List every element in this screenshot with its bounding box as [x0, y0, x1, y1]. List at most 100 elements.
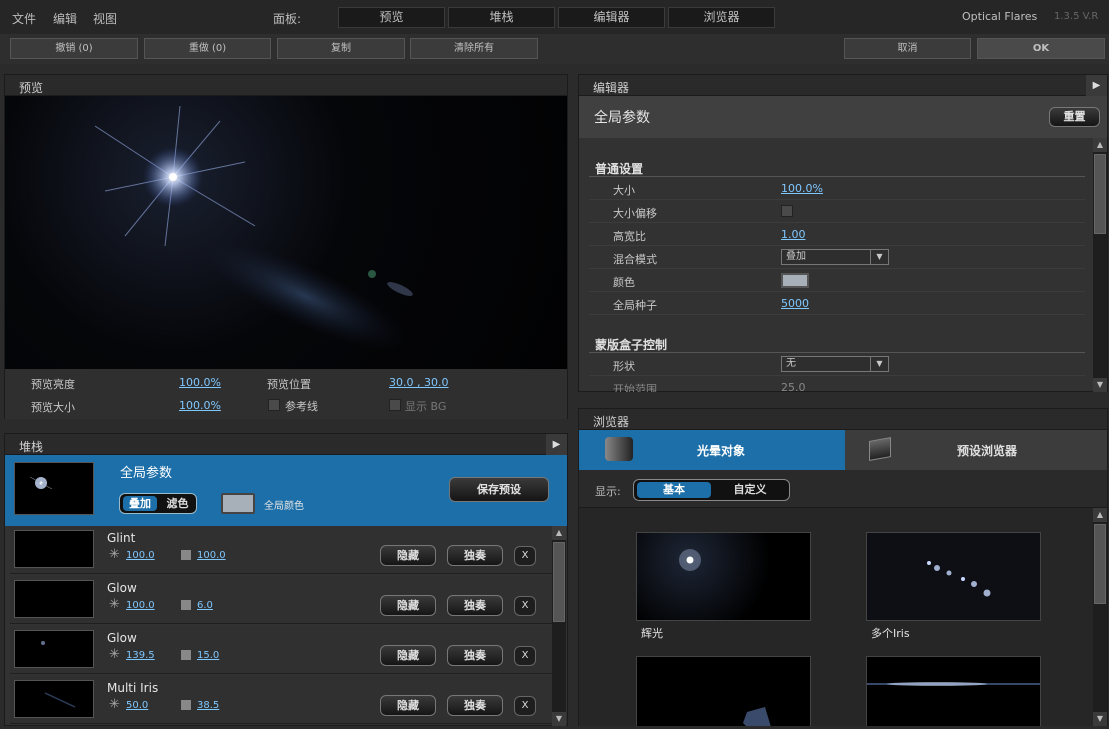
preview-brightness-value[interactable]: 100.0% [179, 376, 221, 389]
scroll-up-icon[interactable]: ▲ [1093, 508, 1107, 522]
tab-flare-objects[interactable]: 光晕对象 [579, 430, 845, 470]
stack-row[interactable]: Glint ✳ 100.0 100.0 隐藏 独奏 X [10, 526, 552, 574]
solo-button[interactable]: 独奏 [447, 595, 503, 616]
scroll-up-icon[interactable]: ▲ [1093, 138, 1107, 152]
start-range-value[interactable]: 25.0 [781, 381, 806, 392]
show-toggle[interactable]: 基本 自定义 [633, 479, 790, 501]
preview-viewport[interactable] [5, 96, 567, 369]
blend-screen-button[interactable]: 滤色 [161, 496, 194, 511]
scale-icon [181, 600, 191, 610]
cancel-button[interactable]: 取消 [844, 38, 971, 59]
property-label: 开始范围 [613, 383, 657, 392]
global-title: 全局参数 [120, 466, 173, 481]
layer-scale[interactable]: 15.0 [197, 650, 219, 661]
show-bg-checkbox[interactable] [389, 399, 401, 411]
browser-scrollbar[interactable]: ▲ ▼ [1093, 508, 1107, 726]
layer-brightness[interactable]: 100.0 [126, 600, 155, 611]
flare-tile[interactable] [866, 656, 1041, 726]
reset-button[interactable]: 重置 [1049, 107, 1100, 127]
scroll-thumb[interactable] [553, 542, 565, 622]
hide-button[interactable]: 隐藏 [380, 595, 436, 616]
layer-brightness[interactable]: 50.0 [126, 700, 148, 711]
blend-add-button[interactable]: 叠加 [123, 496, 157, 511]
menu-edit[interactable]: 编辑 [53, 10, 77, 27]
flare-tile-label: 多个Iris [871, 627, 910, 640]
layer-name: Multi Iris [107, 681, 159, 695]
delete-layer-button[interactable]: X [514, 696, 536, 716]
editor-scrollbar[interactable]: ▲ ▼ [1093, 138, 1107, 392]
scroll-thumb[interactable] [1094, 154, 1106, 234]
basic-button[interactable]: 基本 [637, 482, 711, 498]
scroll-down-icon[interactable]: ▼ [1093, 378, 1107, 392]
stack-menu-arrow-icon[interactable]: ▶ [546, 434, 567, 455]
scroll-up-icon[interactable]: ▲ [552, 526, 566, 540]
property-label: 混合模式 [613, 253, 657, 266]
brightness-icon: ✳ [109, 697, 120, 712]
delete-layer-button[interactable]: X [514, 646, 536, 666]
layer-scale[interactable]: 38.5 [197, 700, 219, 711]
tab-preset-browser[interactable]: 预设浏览器 [845, 430, 1107, 470]
scroll-thumb[interactable] [1094, 524, 1106, 604]
browser-panel: 浏览器 光晕对象 预设浏览器 显示: 基本 自定义 辉光 多个Iris ▲ ▼ [578, 408, 1108, 726]
scale-icon [181, 700, 191, 710]
layer-scale[interactable]: 100.0 [197, 550, 226, 561]
stack-row[interactable]: Glow ✳ 139.5 15.0 隐藏 独奏 X [10, 626, 552, 674]
stack-panel: 堆栈 ▶ 全局参数 叠加 滤色 全局颜色 保存预设 Glint ✳ 100.0 1… [4, 433, 568, 726]
aspect-ratio-value[interactable]: 1.00 [781, 228, 806, 241]
blend-toggle[interactable]: 叠加 滤色 [119, 493, 197, 514]
size-value[interactable]: 100.0% [781, 182, 823, 195]
blend-mode-select[interactable]: 叠加 ▼ [781, 249, 889, 265]
undo-button[interactable]: 撤销 (0) [10, 38, 138, 59]
flare-tile[interactable] [636, 656, 811, 726]
solo-button[interactable]: 独奏 [447, 645, 503, 666]
clear-all-button[interactable]: 清除所有 [410, 38, 538, 59]
flare-preview-image [94, 105, 413, 350]
scroll-down-icon[interactable]: ▼ [552, 712, 566, 726]
save-preset-button[interactable]: 保存预设 [449, 477, 549, 502]
flare-tile[interactable] [636, 532, 811, 621]
menu-file[interactable]: 文件 [12, 10, 36, 27]
global-seed-value[interactable]: 5000 [781, 297, 809, 310]
solo-button[interactable]: 独奏 [447, 545, 503, 566]
hide-button[interactable]: 隐藏 [380, 645, 436, 666]
tab-editor[interactable]: 编辑器 [558, 7, 665, 28]
stack-global-row[interactable]: 全局参数 叠加 滤色 全局颜色 保存预设 [5, 455, 567, 526]
flare-tile[interactable] [866, 532, 1041, 621]
stack-row[interactable]: Multi Iris ✳ 50.0 38.5 隐藏 独奏 X [10, 676, 552, 724]
tab-flare-objects-label: 光晕对象 [697, 444, 746, 458]
layer-scale[interactable]: 6.0 [197, 600, 213, 611]
copy-button[interactable]: 复制 [277, 38, 405, 59]
preview-position-value[interactable]: 30.0 , 30.0 [389, 376, 448, 389]
solo-button[interactable]: 独奏 [447, 695, 503, 716]
layer-brightness[interactable]: 139.5 [126, 650, 155, 661]
menu-view[interactable]: 视图 [93, 10, 117, 27]
guides-label: 参考线 [285, 400, 318, 413]
hide-button[interactable]: 隐藏 [380, 695, 436, 716]
shape-select[interactable]: 无 ▼ [781, 356, 889, 372]
editor-menu-arrow-icon[interactable]: ▶ [1086, 75, 1107, 96]
preview-size-value[interactable]: 100.0% [179, 399, 221, 412]
property-row: 全局种子 5000 [589, 292, 1085, 315]
stack-row[interactable]: Glow ✳ 100.0 6.0 隐藏 独奏 X [10, 576, 552, 624]
guides-checkbox[interactable] [268, 399, 280, 411]
global-color-swatch[interactable] [221, 493, 255, 514]
hide-button[interactable]: 隐藏 [380, 545, 436, 566]
size-offset-checkbox[interactable] [781, 205, 793, 217]
menu-bar: 文件 编辑 视图 面板: 预览 堆栈 编辑器 浏览器 Optical Flare… [0, 0, 1109, 34]
tab-preview[interactable]: 预览 [338, 7, 445, 28]
tab-browser[interactable]: 浏览器 [668, 7, 775, 28]
tab-stack[interactable]: 堆栈 [448, 7, 555, 28]
delete-layer-button[interactable]: X [514, 596, 536, 616]
layer-brightness[interactable]: 100.0 [126, 550, 155, 561]
brand-version: 1.3.5 V.R [1054, 11, 1099, 22]
layer-name: Glow [107, 631, 137, 645]
color-swatch[interactable] [781, 273, 809, 288]
property-label: 大小 [613, 184, 635, 197]
redo-button[interactable]: 重做 (0) [144, 38, 271, 59]
stack-scrollbar[interactable]: ▲ ▼ [552, 526, 566, 726]
custom-button[interactable]: 自定义 [713, 482, 787, 498]
delete-layer-button[interactable]: X [514, 546, 536, 566]
scroll-down-icon[interactable]: ▼ [1093, 712, 1107, 726]
ok-button[interactable]: OK [977, 38, 1105, 59]
global-thumbnail [14, 462, 94, 515]
